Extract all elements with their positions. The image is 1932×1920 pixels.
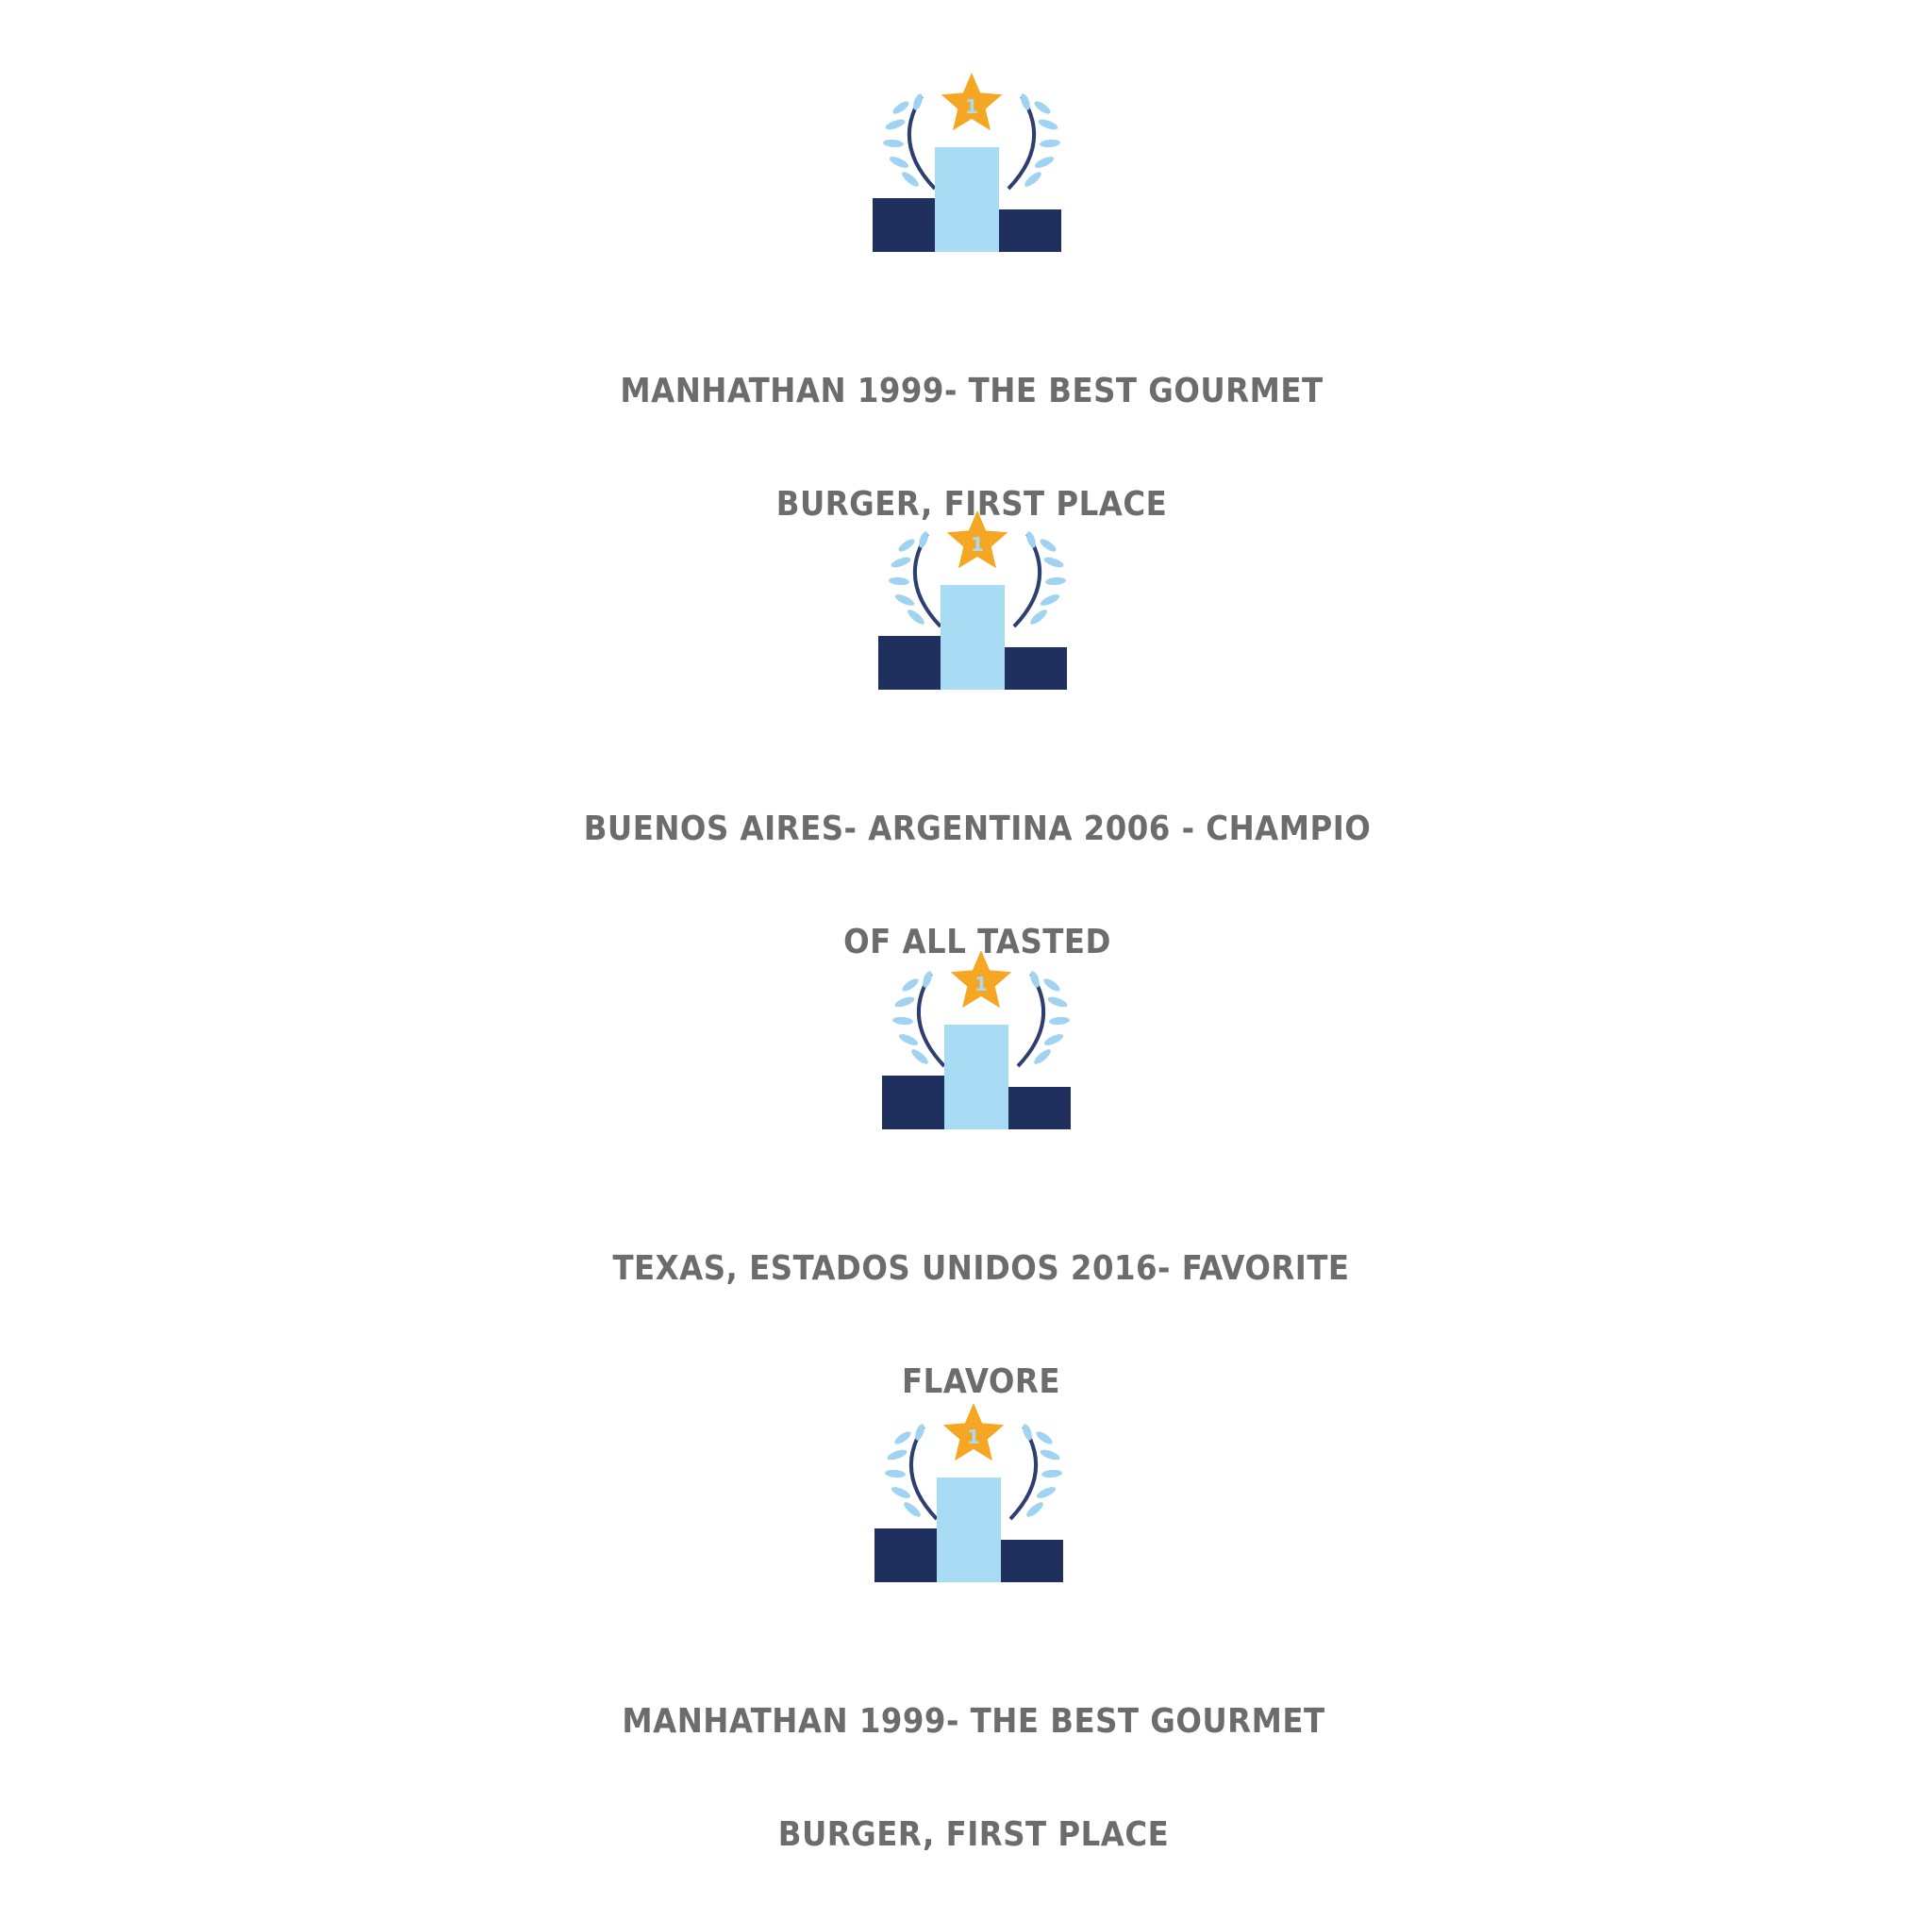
podium-trophy-icon: 1 (873, 73, 1061, 252)
podium-center-block (935, 147, 999, 252)
award-caption-line-1: BUENOS AIRES- ARGENTINA 2006 - CHAMPIO (583, 810, 1372, 848)
podium-trophy-icon: 1 (878, 510, 1067, 690)
podium-right-block (1005, 647, 1067, 690)
award-caption-line-2: BURGER, FIRST PLACE (777, 1815, 1170, 1854)
star-number: 1 (967, 1426, 980, 1448)
awards-list: 1 MANHATHAN 1999- THE BEST GOURMET BURGE… (0, 0, 1932, 1854)
podium-trophy-icon: 1 (874, 1403, 1063, 1582)
podium-trophy-icon: 1 (882, 950, 1071, 1129)
laurel-right-icon (1016, 971, 1070, 1068)
award-caption: MANHATHAN 1999- THE BEST GOURMET BURGER,… (549, 1637, 1398, 1920)
award-caption-line-1: TEXAS, ESTADOS UNIDOS 2016- FAVORITE (612, 1249, 1350, 1288)
star-number: 1 (965, 95, 978, 118)
award-caption-line-1: MANHATHAN 1999- THE BEST GOURMET (622, 1702, 1325, 1741)
laurel-right-icon (1012, 531, 1066, 628)
podium-left-block (878, 636, 941, 690)
laurel-left-icon (883, 93, 937, 191)
podium-left-block (874, 1528, 937, 1582)
podium-left-block (873, 198, 935, 252)
podium-center-block (944, 1025, 1008, 1129)
laurel-left-icon (892, 971, 946, 1068)
podium-center-block (937, 1478, 1001, 1582)
laurel-right-icon (1007, 93, 1060, 191)
podium-right-block (1008, 1087, 1071, 1129)
star-number: 1 (974, 973, 988, 995)
podium-left-block (882, 1076, 944, 1129)
star-number: 1 (971, 533, 984, 556)
podium-center-block (941, 585, 1005, 690)
laurel-left-icon (889, 531, 942, 628)
laurel-right-icon (1008, 1424, 1062, 1521)
award-item: 1 TEXAS, ESTADOS UNIDOS 2016- FAVORITE F… (557, 945, 1406, 1467)
laurel-left-icon (885, 1424, 939, 1521)
award-caption-line-1: MANHATHAN 1999- THE BEST GOURMET (620, 372, 1324, 410)
podium-right-block (999, 209, 1061, 252)
award-item: 1 MANHATHAN 1999- THE BEST GOURMET BURGE… (549, 1398, 1398, 1920)
podium-right-block (1001, 1540, 1063, 1582)
